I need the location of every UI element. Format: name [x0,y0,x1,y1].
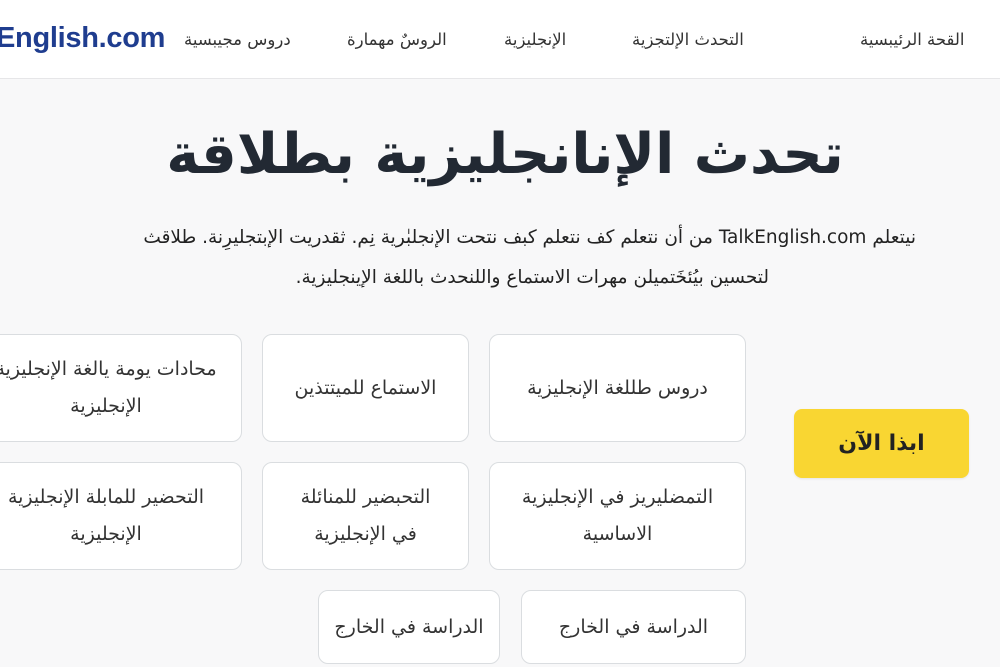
top-navigation-bar: English.com القحة الرئيبسية التحدث الإلت… [0,0,1000,79]
lesson-card[interactable]: الدراسة في الخارج [318,590,500,664]
nav-item-home[interactable]: القحة الرئيبسية [860,30,965,49]
logo-text: English.com [0,22,166,54]
lesson-card-label: محادات يومة يالغة الإنجليزية الإنجليزية [0,358,217,417]
lesson-card-label: التحبضير للمنائلة في الإنجليزية [300,486,431,545]
lesson-card-label: الدراسة في الخارج [558,615,709,638]
nav-item-english[interactable]: الإنجليزية [504,30,566,49]
start-now-button[interactable]: ابذا الآن [794,409,969,478]
lesson-card-label: التحضير للمابلة الإنجليزية الإنجليزية [7,486,205,545]
nav-item-speaking[interactable]: التحدث الإلتجزية [632,30,744,49]
lesson-card[interactable]: التحضير للمابلة الإنجليزية الإنجليزية [0,462,242,570]
nav-item-lessons[interactable]: دروس مجيبسية [184,30,291,49]
lesson-card[interactable]: الاستماع للميتتذين [262,334,469,442]
lesson-card[interactable]: الدراسة في الخارج [521,590,746,664]
hero-description-line-2: لتحسين بيُئخَتميلن مهرات الاستماع واللنح… [295,267,769,288]
nav-item-skills-lessons[interactable]: الروسٌ مهمارة [347,30,447,49]
lesson-card-label: الاستماع للميتتذين [294,376,437,399]
lesson-card-label: دروس طللغة الإنجليزية [527,376,708,399]
lesson-card[interactable]: دروس طللغة الإنجليزية [489,334,746,442]
lesson-card-label: التمضليريز في الإنجليزية الاساسية [521,486,714,545]
site-logo[interactable]: English.com [0,22,165,55]
lesson-card[interactable]: التمضليريز في الإنجليزية الاساسية [489,462,746,570]
lesson-card[interactable]: محادات يومة يالغة الإنجليزية الإنجليزية [0,334,242,442]
lesson-card[interactable]: التحبضير للمنائلة في الإنجليزية [262,462,469,570]
lesson-card-label: الدراسة في الخارج [334,615,484,638]
hero-title: تحدث الإنانجليزية بطلاقة [166,122,844,187]
hero-description-line-1: نيتعلم TalkEnglish.com من أن نتعلم كف نت… [143,227,916,248]
